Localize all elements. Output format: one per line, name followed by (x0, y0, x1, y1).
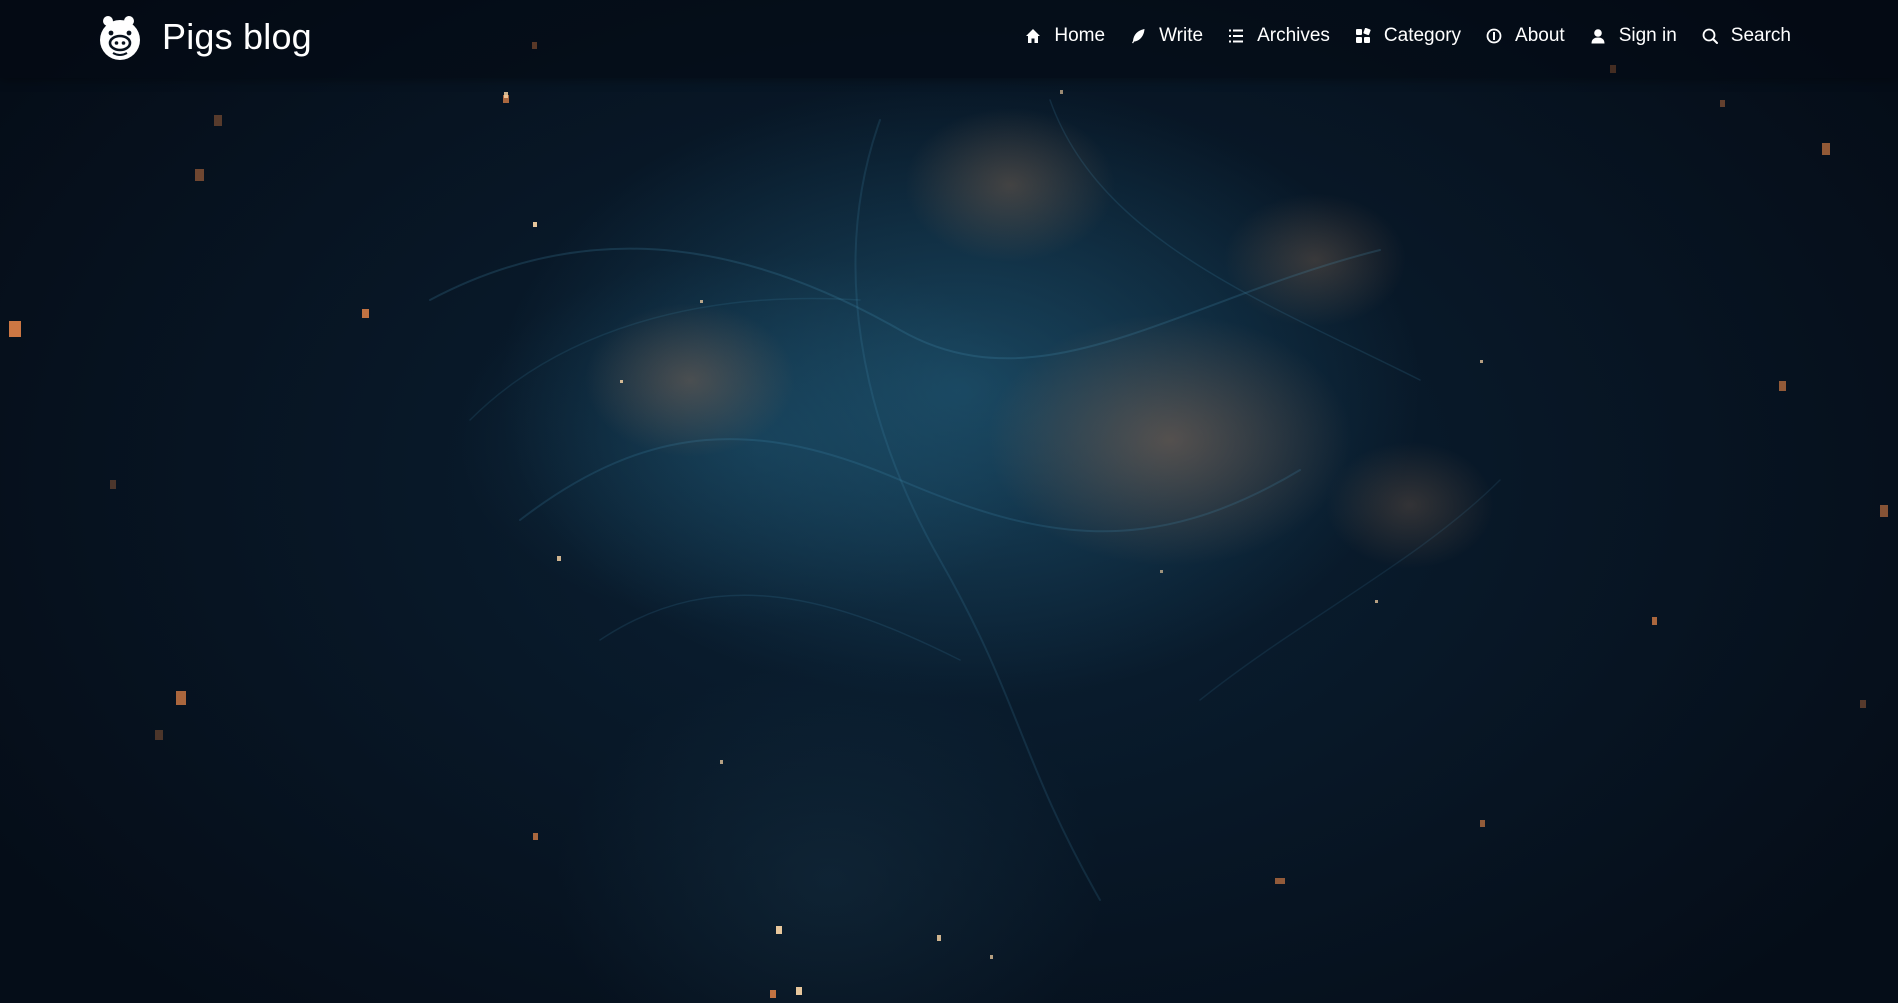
nav-sign-in[interactable]: Sign in (1589, 25, 1677, 47)
nav-archives[interactable]: Archives (1227, 25, 1330, 47)
top-navbar: Pigs blog Home Write Archives Category A… (0, 0, 1898, 78)
nav-sign-in-label: Sign in (1618, 25, 1677, 46)
user-icon (1589, 27, 1607, 45)
grid-icon (1354, 27, 1372, 45)
nav-search[interactable]: Search (1701, 25, 1791, 47)
nav-write-label: Write (1159, 25, 1204, 46)
nav-write[interactable]: Write (1129, 25, 1203, 47)
search-icon (1701, 27, 1719, 45)
list-icon (1227, 27, 1245, 45)
feather-icon (1129, 27, 1147, 45)
pig-face-icon (96, 13, 144, 61)
home-icon (1024, 27, 1042, 45)
hero-background (0, 0, 1898, 1003)
info-icon (1485, 27, 1503, 45)
nav-category[interactable]: Category (1354, 25, 1461, 47)
main-menu: Home Write Archives Category About Sign … (1024, 20, 1791, 52)
nav-about[interactable]: About (1485, 25, 1565, 47)
nav-home-label: Home (1054, 25, 1106, 46)
site-brand-link[interactable]: Pigs blog (96, 12, 312, 62)
nebula-background-image (9, 42, 1888, 998)
site-title: Pigs blog (162, 16, 312, 57)
nav-category-label: Category (1383, 25, 1462, 46)
nav-search-label: Search (1730, 25, 1791, 46)
nav-archives-label: Archives (1257, 25, 1330, 46)
nav-about-label: About (1515, 25, 1565, 46)
nav-home[interactable]: Home (1024, 25, 1105, 47)
